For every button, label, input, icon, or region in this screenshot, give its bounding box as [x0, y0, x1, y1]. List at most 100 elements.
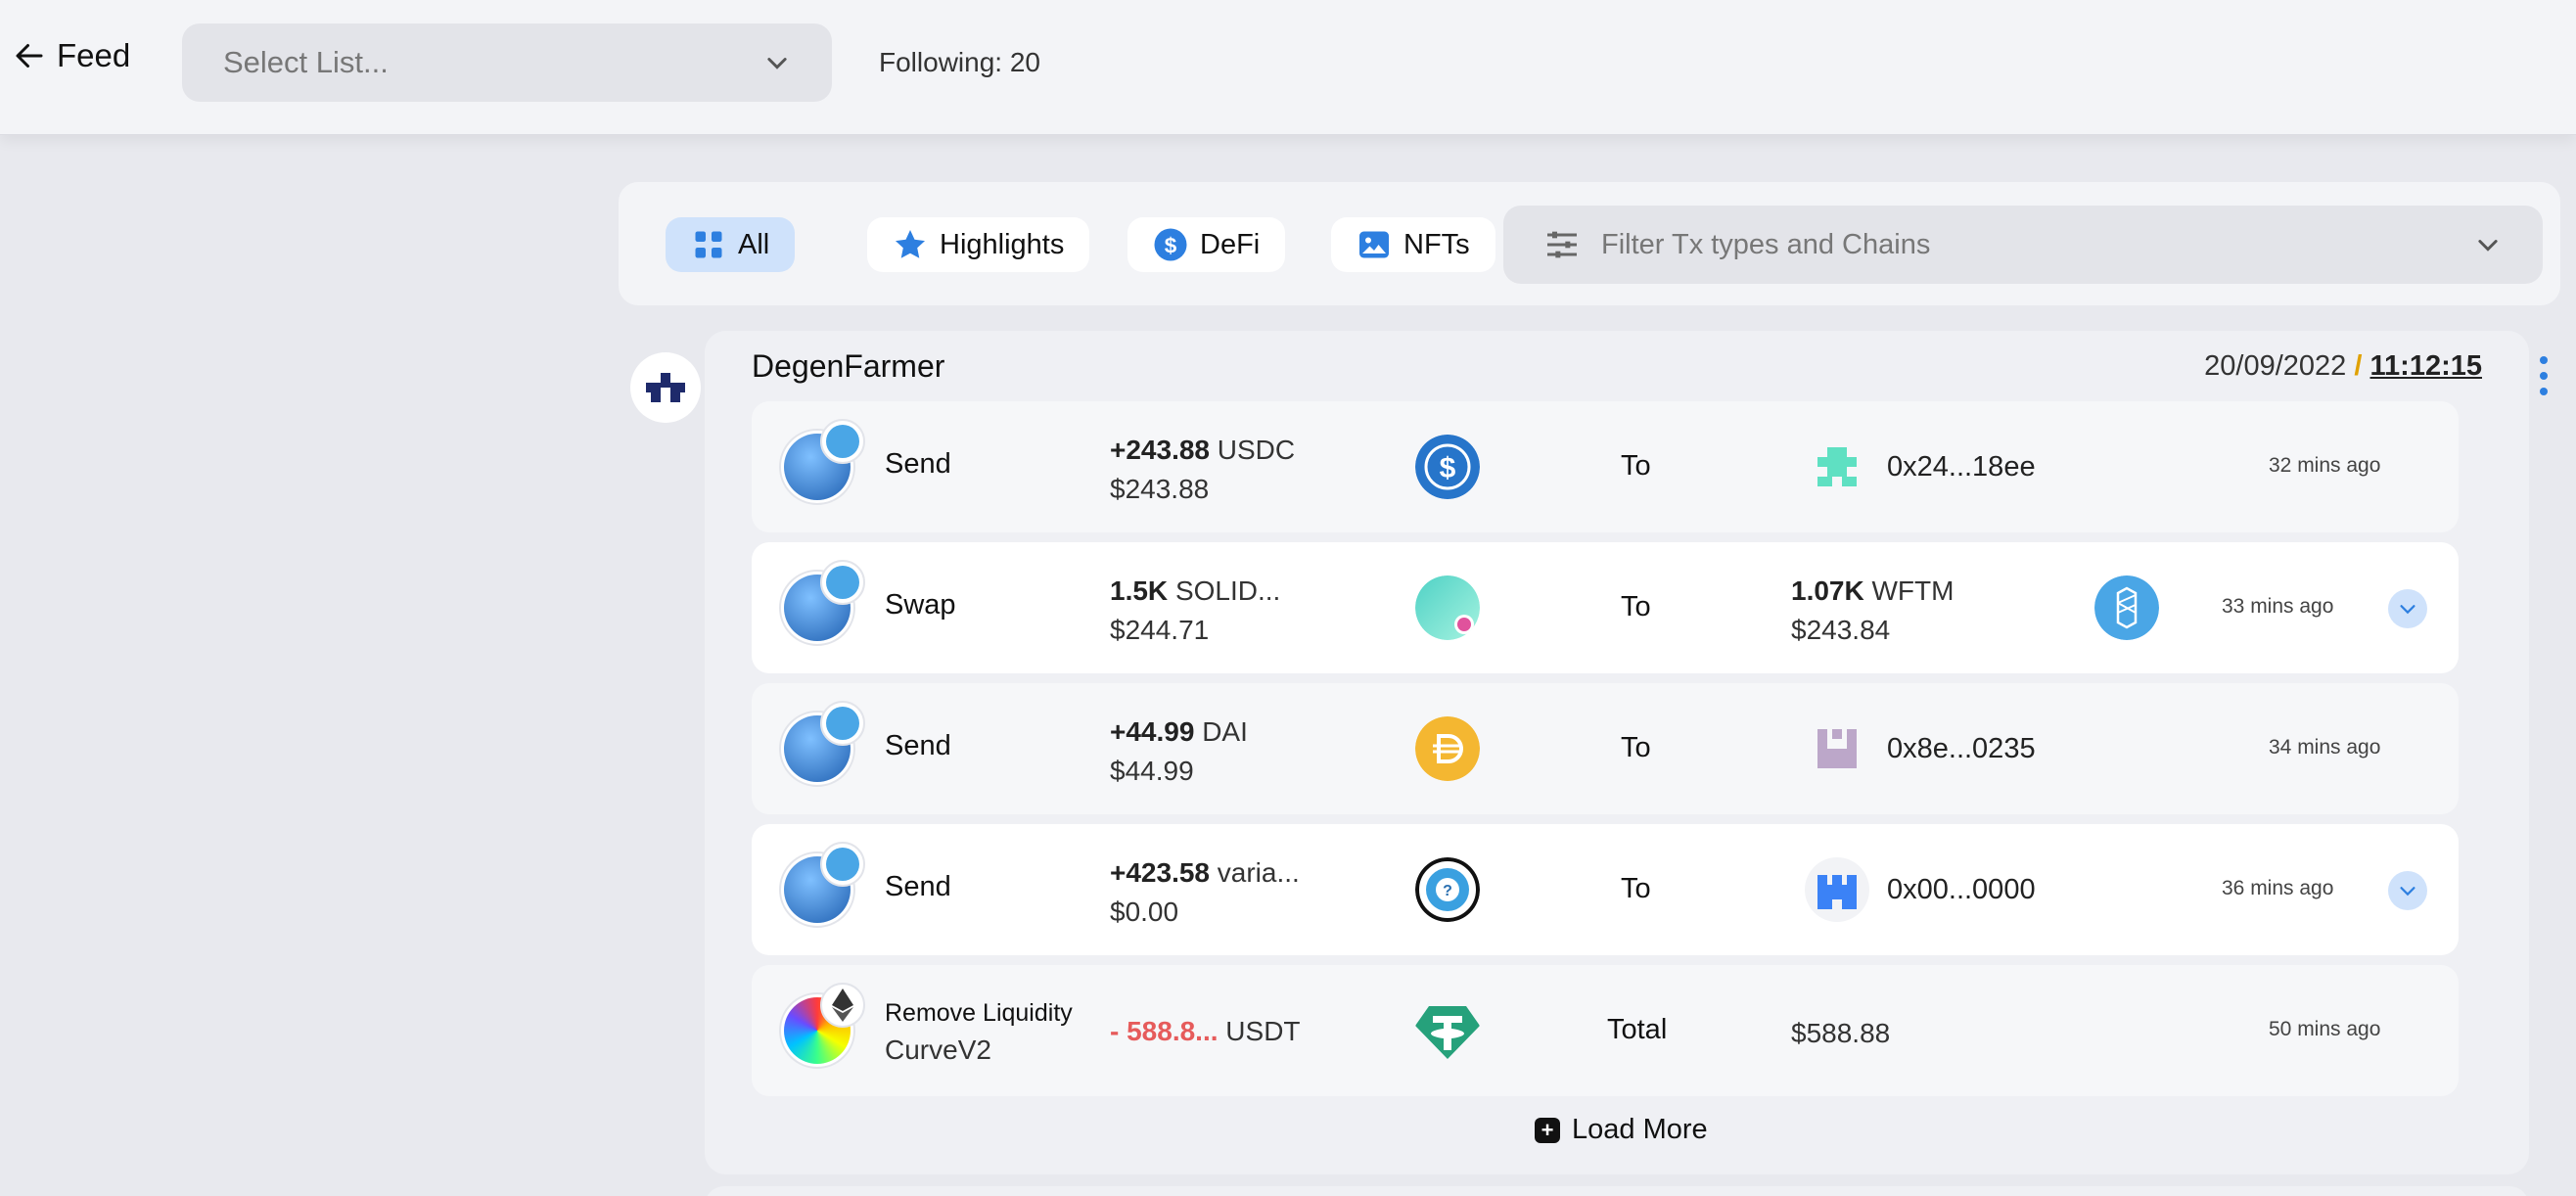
chevron-down-icon — [767, 58, 787, 69]
protocol-icon — [779, 701, 865, 787]
more-options-icon[interactable] — [2539, 356, 2549, 395]
tx-amount-value: 1.5K — [1110, 575, 1169, 606]
back-to-feed-link[interactable]: Feed — [12, 37, 130, 74]
expand-button[interactable] — [2388, 871, 2427, 910]
select-list-dropdown[interactable]: Select List... — [182, 23, 832, 102]
chain-badge-icon — [820, 842, 865, 887]
pixel-address-icon — [1805, 435, 1869, 499]
tx-usd: $0.00 — [1110, 897, 1179, 927]
chevron-down-icon — [2478, 240, 2498, 252]
plus-icon: + — [1535, 1117, 1560, 1143]
tx-received-token: WFTM — [1871, 575, 1955, 606]
tx-received: 1.07K WFTM $243.84 — [1791, 572, 1954, 650]
tx-total-label: Total — [1607, 1014, 1668, 1045]
tx-usd: $244.71 — [1110, 615, 1210, 645]
transaction-row[interactable]: Remove Liquidity CurveV2 - 588.8... USDT… — [752, 965, 2459, 1096]
tab-defi[interactable]: $ DeFi — [1127, 217, 1286, 272]
load-more-button[interactable]: + Load More — [1535, 1114, 1708, 1146]
tx-amount: +44.99 DAI $44.99 — [1110, 713, 1248, 791]
usdc-icon: $ — [1415, 435, 1480, 499]
svg-text:$: $ — [1440, 452, 1456, 484]
tx-received-usd: $243.84 — [1791, 615, 1891, 645]
user-avatar[interactable] — [630, 352, 701, 423]
feed-time[interactable]: 11:12:15 — [2370, 350, 2483, 382]
tab-defi-label: DeFi — [1200, 228, 1261, 260]
tx-time-ago: 32 mins ago — [2269, 454, 2381, 477]
tx-action-label: Remove Liquidity — [885, 999, 1073, 1027]
tx-received-value: 1.07K — [1791, 575, 1864, 606]
tx-total-value: $588.88 — [1791, 1018, 1891, 1048]
tx-token: DAI — [1202, 716, 1248, 747]
tx-amount-value: - 588.8... — [1110, 1016, 1219, 1046]
svg-text:$: $ — [1165, 233, 1177, 257]
protocol-icon — [779, 560, 865, 646]
tx-direction: To — [1621, 873, 1651, 904]
curve-protocol-icon — [779, 983, 865, 1069]
tx-destination-address: 0x8e...0235 — [1887, 732, 2036, 764]
tx-amount-value: +423.58 — [1110, 857, 1210, 888]
chain-badge-icon — [820, 701, 865, 746]
grid-icon — [695, 231, 722, 258]
tx-destination[interactable]: 0x24...18ee — [1805, 435, 2036, 499]
tx-usd: $44.99 — [1110, 756, 1194, 786]
usdt-icon — [1415, 1006, 1480, 1059]
tab-nfts[interactable]: NFTs — [1331, 217, 1495, 272]
tab-nfts-label: NFTs — [1403, 228, 1470, 260]
chevron-down-icon — [2400, 605, 2415, 615]
image-icon — [1359, 231, 1389, 258]
tx-time-ago: 50 mins ago — [2269, 1018, 2381, 1040]
expand-button[interactable] — [2388, 589, 2427, 628]
svg-text:?: ? — [1443, 883, 1452, 899]
tx-action: Remove Liquidity CurveV2 — [885, 994, 1073, 1070]
tx-destination-address: 0x24...18ee — [1887, 450, 2036, 483]
tab-all[interactable]: All — [666, 217, 796, 272]
pixel-avatar-icon — [646, 373, 685, 402]
select-list-placeholder: Select List... — [223, 45, 389, 79]
pixel-address-icon — [1805, 716, 1869, 781]
tx-amount: - 588.8... USDT — [1110, 1012, 1301, 1051]
transaction-row[interactable]: Swap 1.5K SOLID... $244.71 To 1.07K WFTM… — [752, 542, 2459, 673]
protocol-icon — [779, 419, 865, 505]
tx-amount: 1.5K SOLID... $244.71 — [1110, 572, 1280, 650]
tx-amount-value: +44.99 — [1110, 716, 1195, 747]
tx-token: USDT — [1225, 1016, 1301, 1046]
dai-icon — [1415, 716, 1480, 781]
feed-date: 20/09/2022 — [2204, 350, 2347, 382]
load-more-label: Load More — [1572, 1114, 1708, 1145]
transaction-row[interactable]: Send +423.58 varia... $0.00 ? To 0x00...… — [752, 824, 2459, 955]
feed-username[interactable]: DegenFarmer — [752, 348, 944, 385]
tx-time-ago: 33 mins ago — [2222, 595, 2334, 618]
tab-highlights-label: Highlights — [940, 228, 1065, 260]
tx-amount: +243.88 USDC $243.88 — [1110, 431, 1295, 509]
transaction-row[interactable]: Send +243.88 USDC $243.88 $ To 0x24...18… — [752, 401, 2459, 532]
tx-direction: To — [1621, 450, 1651, 482]
following-count: Following: 20 — [879, 47, 1040, 77]
sliders-icon — [1547, 231, 1577, 258]
tx-action: Send — [885, 871, 951, 902]
tx-action: Swap — [885, 589, 956, 621]
tx-token: varia... — [1217, 857, 1300, 888]
transaction-row[interactable]: Send +44.99 DAI $44.99 To 0x8e...0235 34… — [752, 683, 2459, 814]
ethereum-badge-icon — [820, 983, 865, 1028]
tx-time-ago: 36 mins ago — [2222, 877, 2334, 899]
next-feed-card — [705, 1186, 2529, 1196]
tx-protocol: CurveV2 — [885, 1035, 991, 1065]
chevron-down-icon — [2400, 887, 2415, 897]
tx-amount-value: +243.88 — [1110, 435, 1210, 465]
protocol-icon — [779, 842, 865, 928]
tx-destination[interactable]: 0x00...0000 — [1805, 857, 2036, 922]
tx-filter-dropdown[interactable]: Filter Tx types and Chains — [1503, 206, 2543, 284]
star-icon — [896, 230, 925, 258]
filter-bar: All Highlights $ DeFi NFTs Filter Tx typ… — [619, 182, 2560, 305]
back-label: Feed — [57, 37, 131, 73]
tx-destination[interactable]: 0x8e...0235 — [1805, 716, 2036, 781]
tx-time-ago: 34 mins ago — [2269, 736, 2381, 759]
tx-direction: To — [1621, 732, 1651, 763]
tab-all-label: All — [738, 228, 770, 260]
tx-action: Send — [885, 448, 951, 480]
chain-badge-icon — [820, 560, 865, 605]
tab-highlights[interactable]: Highlights — [867, 217, 1090, 272]
unknown-token-icon: ? — [1415, 857, 1480, 922]
tx-token: USDC — [1217, 435, 1296, 465]
tx-amount: +423.58 varia... $0.00 — [1110, 853, 1300, 932]
